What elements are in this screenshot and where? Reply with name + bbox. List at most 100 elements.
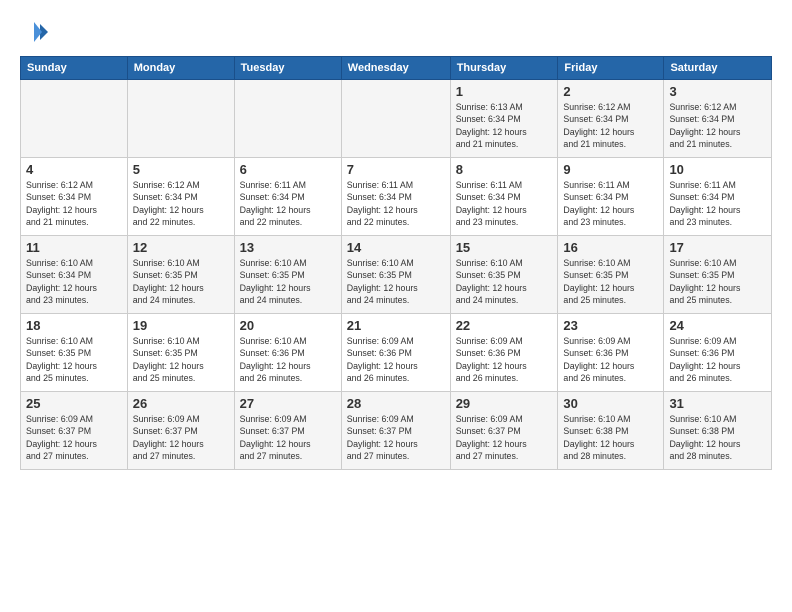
header-cell-sunday: Sunday xyxy=(21,57,128,80)
calendar-cell: 5 Sunrise: 6:12 AMSunset: 6:34 PMDaylight… xyxy=(127,158,234,236)
header-row: SundayMondayTuesdayWednesdayThursdayFrid… xyxy=(21,57,772,80)
calendar-cell: 21 Sunrise: 6:09 AMSunset: 6:36 PMDayligh… xyxy=(341,314,450,392)
calendar-cell: 26 Sunrise: 6:09 AMSunset: 6:37 PMDayligh… xyxy=(127,392,234,470)
day-info: Sunrise: 6:12 AMSunset: 6:34 PMDaylight:… xyxy=(133,179,229,228)
calendar-cell: 30 Sunrise: 6:10 AMSunset: 6:38 PMDayligh… xyxy=(558,392,664,470)
header-cell-wednesday: Wednesday xyxy=(341,57,450,80)
day-info: Sunrise: 6:10 AMSunset: 6:38 PMDaylight:… xyxy=(563,413,658,462)
calendar-cell xyxy=(341,80,450,158)
week-row-2: 4 Sunrise: 6:12 AMSunset: 6:34 PMDaylight… xyxy=(21,158,772,236)
calendar-cell: 18 Sunrise: 6:10 AMSunset: 6:35 PMDayligh… xyxy=(21,314,128,392)
calendar-cell: 6 Sunrise: 6:11 AMSunset: 6:34 PMDaylight… xyxy=(234,158,341,236)
day-number: 25 xyxy=(26,396,122,411)
day-info: Sunrise: 6:11 AMSunset: 6:34 PMDaylight:… xyxy=(347,179,445,228)
header-cell-friday: Friday xyxy=(558,57,664,80)
calendar-cell: 25 Sunrise: 6:09 AMSunset: 6:37 PMDayligh… xyxy=(21,392,128,470)
day-info: Sunrise: 6:09 AMSunset: 6:37 PMDaylight:… xyxy=(240,413,336,462)
day-info: Sunrise: 6:10 AMSunset: 6:35 PMDaylight:… xyxy=(240,257,336,306)
day-number: 18 xyxy=(26,318,122,333)
calendar-body: 1 Sunrise: 6:13 AMSunset: 6:34 PMDaylight… xyxy=(21,80,772,470)
day-info: Sunrise: 6:11 AMSunset: 6:34 PMDaylight:… xyxy=(240,179,336,228)
day-number: 11 xyxy=(26,240,122,255)
logo-icon xyxy=(20,18,48,46)
calendar-cell: 28 Sunrise: 6:09 AMSunset: 6:37 PMDayligh… xyxy=(341,392,450,470)
day-info: Sunrise: 6:10 AMSunset: 6:35 PMDaylight:… xyxy=(563,257,658,306)
day-number: 16 xyxy=(563,240,658,255)
header-cell-saturday: Saturday xyxy=(664,57,772,80)
day-number: 3 xyxy=(669,84,766,99)
day-info: Sunrise: 6:12 AMSunset: 6:34 PMDaylight:… xyxy=(669,101,766,150)
day-info: Sunrise: 6:12 AMSunset: 6:34 PMDaylight:… xyxy=(563,101,658,150)
calendar-cell: 17 Sunrise: 6:10 AMSunset: 6:35 PMDayligh… xyxy=(664,236,772,314)
day-number: 19 xyxy=(133,318,229,333)
calendar-cell: 19 Sunrise: 6:10 AMSunset: 6:35 PMDayligh… xyxy=(127,314,234,392)
day-number: 21 xyxy=(347,318,445,333)
day-info: Sunrise: 6:10 AMSunset: 6:35 PMDaylight:… xyxy=(456,257,553,306)
calendar-cell: 12 Sunrise: 6:10 AMSunset: 6:35 PMDayligh… xyxy=(127,236,234,314)
day-info: Sunrise: 6:10 AMSunset: 6:35 PMDaylight:… xyxy=(669,257,766,306)
day-number: 26 xyxy=(133,396,229,411)
day-info: Sunrise: 6:09 AMSunset: 6:36 PMDaylight:… xyxy=(563,335,658,384)
calendar-cell: 31Sunrise: 6:10 AMSunset: 6:38 PMDayligh… xyxy=(664,392,772,470)
day-number: 28 xyxy=(347,396,445,411)
day-number: 4 xyxy=(26,162,122,177)
page: SundayMondayTuesdayWednesdayThursdayFrid… xyxy=(0,0,792,612)
day-number: 7 xyxy=(347,162,445,177)
day-info: Sunrise: 6:12 AMSunset: 6:34 PMDaylight:… xyxy=(26,179,122,228)
calendar-cell: 10Sunrise: 6:11 AMSunset: 6:34 PMDayligh… xyxy=(664,158,772,236)
calendar-cell: 20Sunrise: 6:10 AMSunset: 6:36 PMDayligh… xyxy=(234,314,341,392)
day-info: Sunrise: 6:10 AMSunset: 6:34 PMDaylight:… xyxy=(26,257,122,306)
day-info: Sunrise: 6:09 AMSunset: 6:37 PMDaylight:… xyxy=(456,413,553,462)
day-number: 14 xyxy=(347,240,445,255)
day-number: 6 xyxy=(240,162,336,177)
calendar-cell: 13 Sunrise: 6:10 AMSunset: 6:35 PMDayligh… xyxy=(234,236,341,314)
day-info: Sunrise: 6:09 AMSunset: 6:37 PMDaylight:… xyxy=(26,413,122,462)
day-info: Sunrise: 6:09 AMSunset: 6:37 PMDaylight:… xyxy=(133,413,229,462)
day-info: Sunrise: 6:09 AMSunset: 6:37 PMDaylight:… xyxy=(347,413,445,462)
calendar-cell: 15 Sunrise: 6:10 AMSunset: 6:35 PMDayligh… xyxy=(450,236,558,314)
calendar-cell: 11 Sunrise: 6:10 AMSunset: 6:34 PMDayligh… xyxy=(21,236,128,314)
day-number: 8 xyxy=(456,162,553,177)
header-cell-monday: Monday xyxy=(127,57,234,80)
calendar-cell: 1 Sunrise: 6:13 AMSunset: 6:34 PMDaylight… xyxy=(450,80,558,158)
day-number: 23 xyxy=(563,318,658,333)
calendar-cell: 24 Sunrise: 6:09 AMSunset: 6:36 PMDayligh… xyxy=(664,314,772,392)
header xyxy=(20,18,772,46)
day-info: Sunrise: 6:13 AMSunset: 6:34 PMDaylight:… xyxy=(456,101,553,150)
day-number: 15 xyxy=(456,240,553,255)
day-info: Sunrise: 6:10 AMSunset: 6:35 PMDaylight:… xyxy=(26,335,122,384)
day-number: 30 xyxy=(563,396,658,411)
day-info: Sunrise: 6:10 AMSunset: 6:35 PMDaylight:… xyxy=(133,335,229,384)
week-row-3: 11 Sunrise: 6:10 AMSunset: 6:34 PMDayligh… xyxy=(21,236,772,314)
day-number: 24 xyxy=(669,318,766,333)
day-info: Sunrise: 6:09 AMSunset: 6:36 PMDaylight:… xyxy=(456,335,553,384)
calendar-cell: 4 Sunrise: 6:12 AMSunset: 6:34 PMDaylight… xyxy=(21,158,128,236)
day-number: 2 xyxy=(563,84,658,99)
day-number: 1 xyxy=(456,84,553,99)
day-info: Sunrise: 6:10 AMSunset: 6:36 PMDaylight:… xyxy=(240,335,336,384)
day-number: 29 xyxy=(456,396,553,411)
day-number: 17 xyxy=(669,240,766,255)
calendar-header: SundayMondayTuesdayWednesdayThursdayFrid… xyxy=(21,57,772,80)
calendar-cell: 14Sunrise: 6:10 AMSunset: 6:35 PMDayligh… xyxy=(341,236,450,314)
calendar-cell: 29 Sunrise: 6:09 AMSunset: 6:37 PMDayligh… xyxy=(450,392,558,470)
day-number: 5 xyxy=(133,162,229,177)
day-info: Sunrise: 6:09 AMSunset: 6:36 PMDaylight:… xyxy=(669,335,766,384)
calendar-cell: 22 Sunrise: 6:09 AMSunset: 6:36 PMDayligh… xyxy=(450,314,558,392)
day-number: 22 xyxy=(456,318,553,333)
calendar-cell xyxy=(234,80,341,158)
day-number: 13 xyxy=(240,240,336,255)
day-info: Sunrise: 6:09 AMSunset: 6:36 PMDaylight:… xyxy=(347,335,445,384)
calendar-cell xyxy=(21,80,128,158)
day-info: Sunrise: 6:10 AMSunset: 6:35 PMDaylight:… xyxy=(133,257,229,306)
calendar-cell xyxy=(127,80,234,158)
day-info: Sunrise: 6:11 AMSunset: 6:34 PMDaylight:… xyxy=(456,179,553,228)
calendar-cell: 7 Sunrise: 6:11 AMSunset: 6:34 PMDaylight… xyxy=(341,158,450,236)
day-number: 12 xyxy=(133,240,229,255)
day-number: 10 xyxy=(669,162,766,177)
calendar-cell: 9 Sunrise: 6:11 AMSunset: 6:34 PMDaylight… xyxy=(558,158,664,236)
week-row-4: 18 Sunrise: 6:10 AMSunset: 6:35 PMDayligh… xyxy=(21,314,772,392)
day-info: Sunrise: 6:11 AMSunset: 6:34 PMDaylight:… xyxy=(563,179,658,228)
day-info: Sunrise: 6:10 AMSunset: 6:38 PMDaylight:… xyxy=(669,413,766,462)
day-number: 9 xyxy=(563,162,658,177)
